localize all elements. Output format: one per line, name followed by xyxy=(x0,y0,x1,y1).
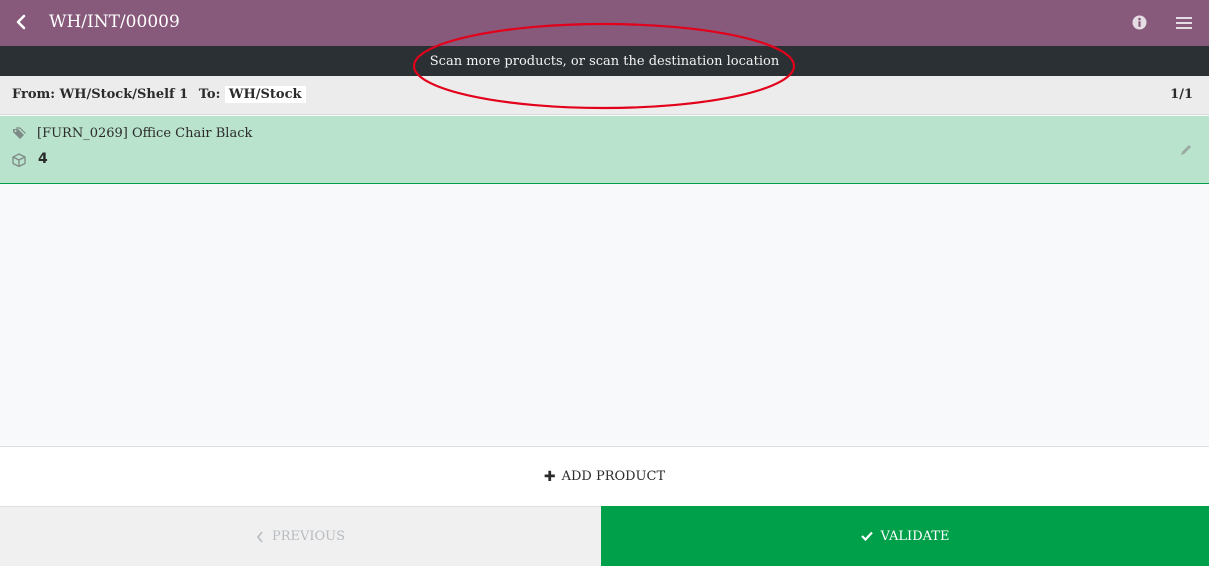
from-label: From: xyxy=(12,87,56,102)
product-name: [FURN_0269] Office Chair Black xyxy=(37,126,253,141)
validate-label: Validate xyxy=(880,528,950,544)
chevron-left-icon xyxy=(16,14,26,30)
pencil-icon[interactable] xyxy=(1179,143,1193,157)
cube-icon xyxy=(12,153,26,167)
chevron-left-icon xyxy=(256,531,264,543)
page-title: WH/INT/00009 xyxy=(49,12,180,32)
info-circle-icon xyxy=(1132,15,1147,30)
add-product-label: Add product xyxy=(561,469,666,484)
menu-button[interactable] xyxy=(1173,13,1195,32)
top-bar: WH/INT/00009 xyxy=(0,0,1209,46)
hamburger-menu-icon xyxy=(1176,16,1192,29)
to-label: To: xyxy=(198,87,221,102)
tags-icon xyxy=(13,127,26,139)
previous-button[interactable]: Previous xyxy=(0,506,601,566)
plus-icon: ✚ xyxy=(543,468,556,485)
location-summary: From: WH/Stock/Shelf 1 To: WH/Stock xyxy=(12,86,306,103)
move-line[interactable]: [FURN_0269] Office Chair Black 4 xyxy=(0,116,1209,184)
validate-button[interactable]: Validate xyxy=(601,506,1209,566)
source-location: WH/Stock/Shelf 1 xyxy=(59,87,189,102)
destination-location: WH/Stock xyxy=(224,86,306,103)
info-button[interactable] xyxy=(1130,13,1149,32)
scan-instruction-bar: Scan more products, or scan the destinat… xyxy=(0,46,1209,76)
scan-instruction-text: Scan more products, or scan the destinat… xyxy=(429,54,780,69)
back-button[interactable] xyxy=(8,8,34,36)
quantity-done: 4 xyxy=(38,151,48,167)
check-icon xyxy=(860,531,873,541)
location-bar: From: WH/Stock/Shelf 1 To: WH/Stock 1/1 xyxy=(0,76,1209,115)
page-counter: 1/1 xyxy=(1170,87,1193,102)
previous-label: Previous xyxy=(271,529,346,544)
add-product-button[interactable]: ✚ Add product xyxy=(0,446,1209,506)
